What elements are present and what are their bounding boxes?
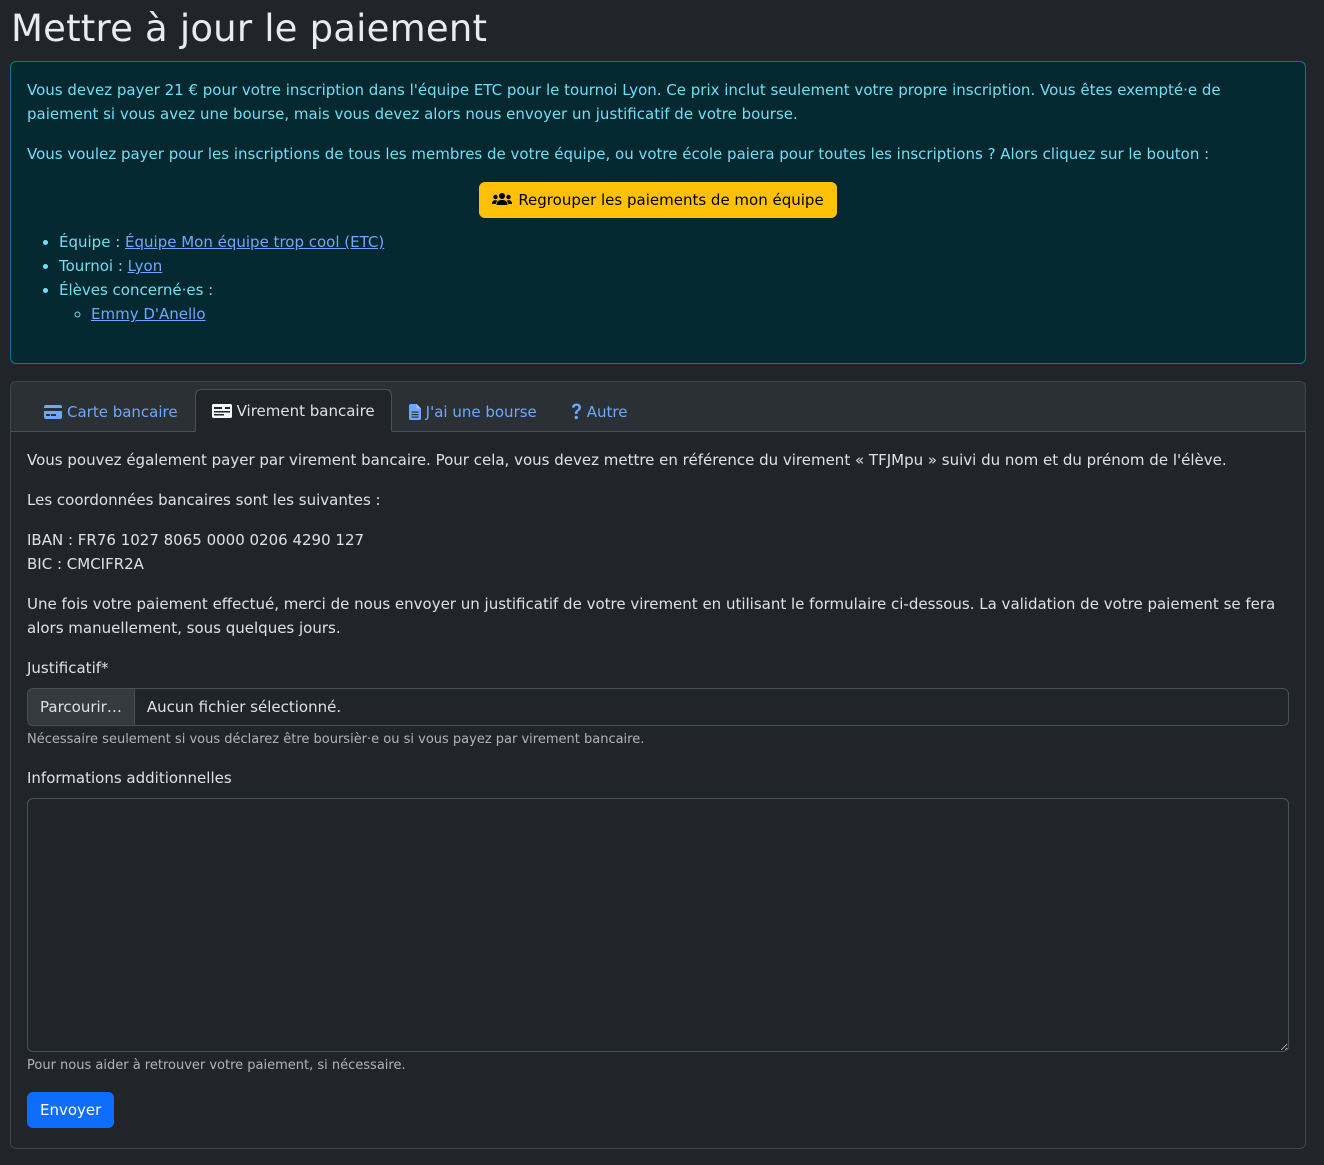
detail-team: Équipe : Équipe Mon équipe trop cool (ET… bbox=[59, 230, 1289, 254]
tab-scholarship-label: J'ai une bourse bbox=[425, 402, 537, 421]
tab-credit-card[interactable]: Carte bancaire bbox=[27, 390, 195, 432]
additional-info-label: Informations additionnelles bbox=[27, 769, 232, 787]
bank-coords: IBAN : FR76 1027 8065 0000 0206 4290 127… bbox=[27, 528, 1289, 576]
students-label: Élèves concerné·es : bbox=[59, 281, 214, 299]
receipt-label: Justificatif* bbox=[27, 659, 109, 677]
credit-card-icon bbox=[44, 404, 62, 419]
bic: BIC : CMCIFR2A bbox=[27, 555, 144, 573]
file-status: Aucun fichier sélectionné. bbox=[146, 698, 342, 716]
tab-other[interactable]: Autre bbox=[554, 390, 645, 432]
team-link[interactable]: Équipe Mon équipe trop cool (ETC) bbox=[125, 233, 384, 251]
page-title: Mettre à jour le paiement bbox=[11, 7, 488, 50]
page: Mettre à jour le paiement Vous devez pay… bbox=[0, 0, 1324, 1165]
payment-info-alert: Vous devez payer 21 € pour votre inscrip… bbox=[10, 61, 1306, 364]
tab-credit-card-label: Carte bancaire bbox=[67, 402, 178, 421]
additional-info-textarea[interactable] bbox=[27, 798, 1289, 1052]
students-list: Emmy D'Anello bbox=[59, 302, 1289, 326]
receipt-help: Nécessaire seulement si vous déclarez êt… bbox=[27, 732, 645, 747]
alert-paragraph-group: Vous voulez payer pour les inscriptions … bbox=[27, 145, 1210, 163]
after-payment-text: Une fois votre paiement effectué, merci … bbox=[27, 595, 1276, 637]
bank-coords-intro: Les coordonnées bancaires sont les suiva… bbox=[27, 491, 381, 509]
detail-students: Élèves concerné·es : Emmy D'Anello bbox=[59, 278, 1289, 326]
tab-scholarship[interactable]: J'ai une bourse bbox=[392, 390, 554, 432]
student-link[interactable]: Emmy D'Anello bbox=[91, 305, 206, 323]
detail-tournament: Tournoi : Lyon bbox=[59, 254, 1289, 278]
tournament-label: Tournoi : bbox=[59, 257, 123, 275]
payment-method-card: Carte bancaire Virement bancaire J'ai un… bbox=[10, 381, 1306, 1149]
student-item: Emmy D'Anello bbox=[91, 302, 1289, 326]
submit-button[interactable]: Envoyer bbox=[27, 1092, 115, 1128]
team-label: Équipe : bbox=[59, 233, 121, 251]
details-list: Équipe : Équipe Mon équipe trop cool (ET… bbox=[27, 230, 1289, 326]
tournament-link[interactable]: Lyon bbox=[128, 257, 163, 275]
browse-button[interactable]: Parcourir… bbox=[28, 689, 135, 725]
question-icon bbox=[571, 403, 582, 420]
iban: IBAN : FR76 1027 8065 0000 0206 4290 127 bbox=[27, 531, 365, 549]
group-payments-button[interactable]: Regrouper les paiements de mon équipe bbox=[479, 182, 837, 218]
tab-bank-transfer-label: Virement bancaire bbox=[236, 401, 375, 420]
receipt-file-input[interactable]: Parcourir… Aucun fichier sélectionné. bbox=[27, 688, 1289, 726]
users-icon bbox=[492, 192, 513, 208]
transfer-intro: Vous pouvez également payer par virement… bbox=[27, 451, 1227, 469]
group-button-row: Regrouper les paiements de mon équipe bbox=[27, 182, 1289, 218]
tab-bank-transfer[interactable]: Virement bancaire bbox=[194, 389, 392, 432]
bank-transfer-panel: Vous pouvez également payer par virement… bbox=[11, 432, 1305, 1148]
alert-paragraph-price: Vous devez payer 21 € pour votre inscrip… bbox=[27, 81, 1221, 123]
payment-tabs: Carte bancaire Virement bancaire J'ai un… bbox=[11, 382, 1305, 432]
money-check-icon bbox=[211, 403, 232, 418]
group-payments-label: Regrouper les paiements de mon équipe bbox=[518, 191, 824, 209]
file-icon bbox=[408, 403, 421, 420]
additional-info-help: Pour nous aider à retrouver votre paieme… bbox=[27, 1058, 406, 1073]
tab-other-label: Autre bbox=[586, 402, 628, 421]
